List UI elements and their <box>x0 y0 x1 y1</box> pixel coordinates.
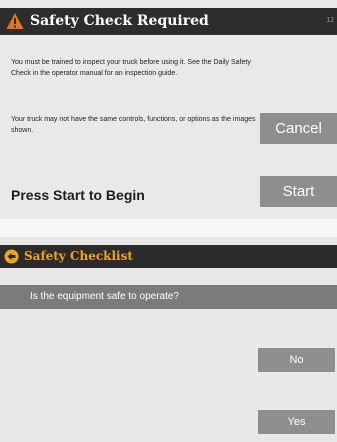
cancel-button[interactable]: Cancel <box>260 113 337 144</box>
header-corner-indicator: 12 <box>326 17 334 24</box>
safety-checklist-screen: Safety Checklist Is the equipment safe t… <box>0 237 337 442</box>
safety-check-header: Safety Check Required 12 <box>0 8 337 35</box>
yes-button[interactable]: Yes <box>258 410 335 434</box>
safety-checklist-title: Safety Checklist <box>24 249 133 263</box>
warning-triangle-icon <box>6 13 24 29</box>
checklist-question: Is the equipment safe to operate? <box>30 291 179 302</box>
press-start-prompt: Press Start to Begin <box>11 187 145 203</box>
training-instructions: You must be trained to inspect your truc… <box>11 59 251 77</box>
safety-check-screen: Safety Check Required 12 You must be tra… <box>0 0 337 219</box>
question-bar: Is the equipment safe to operate? <box>0 285 337 309</box>
no-button[interactable]: No <box>258 348 335 372</box>
back-arrow-icon[interactable] <box>4 249 19 264</box>
start-button[interactable]: Start <box>260 176 337 207</box>
safety-check-title: Safety Check Required <box>30 13 209 29</box>
panel-divider <box>0 219 337 237</box>
controls-disclaimer: Your truck may not have the same control… <box>11 116 256 134</box>
safety-checklist-header: Safety Checklist <box>0 245 337 268</box>
